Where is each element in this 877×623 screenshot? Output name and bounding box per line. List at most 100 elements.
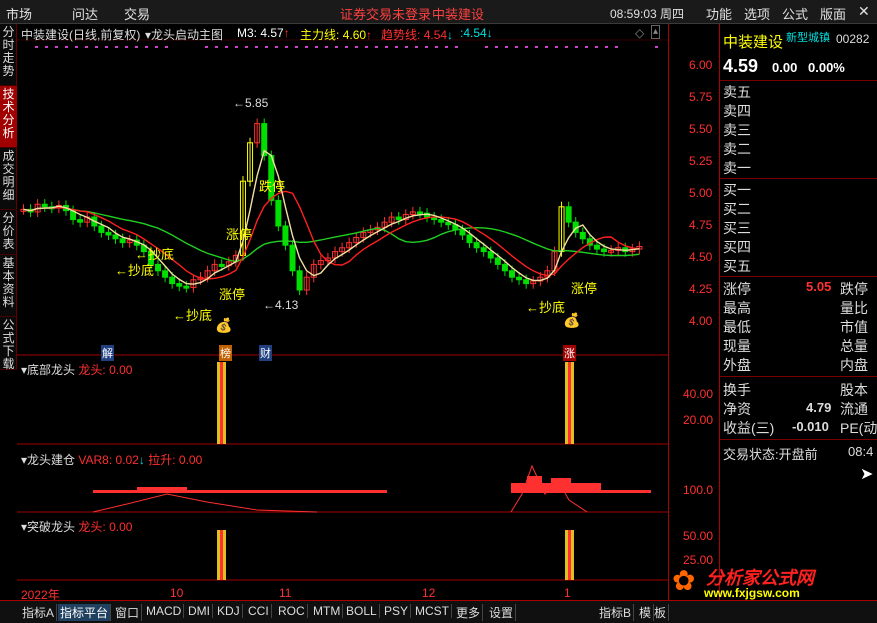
trend-line-readout: 趋势线: 4.54↓: [381, 28, 454, 42]
candle-body: [296, 270, 303, 291]
diamond-icon[interactable]: ◇: [635, 26, 644, 40]
y-tick: 4.25: [689, 282, 713, 296]
signal-dot: [325, 46, 328, 48]
signal-dot: [225, 46, 228, 48]
event-tag-unlock[interactable]: 解: [101, 345, 114, 361]
bid-level-5: 买五: [723, 258, 751, 274]
bid-level-4: 买四: [723, 239, 751, 255]
signal-dot: [425, 46, 428, 48]
flower-logo-icon: ✿: [672, 565, 696, 596]
candle-body: [494, 257, 501, 265]
menu-trade[interactable]: 交易: [124, 4, 150, 23]
tab-cci[interactable]: CCI: [246, 604, 272, 618]
signal-dot: [305, 46, 308, 48]
stock-code: 00282: [836, 32, 870, 46]
ask-level-4: 卖四: [723, 103, 751, 119]
candle-body: [169, 276, 176, 285]
tab-price-table[interactable]: 分价表: [0, 210, 17, 255]
signal-dot: [365, 46, 368, 48]
event-tag-ranking[interactable]: 榜: [219, 345, 232, 361]
candle-body: [508, 270, 515, 278]
arrow-down-icon: ↓: [486, 26, 493, 40]
ask-level-2: 卖二: [723, 141, 751, 157]
chart-area[interactable]: 中装建设(日线,前复权) ▾龙头启动主图 M3: 4.57↑ 主力线: 4.60…: [17, 24, 719, 602]
event-tag-finance[interactable]: 财: [259, 345, 272, 361]
tab-psy[interactable]: PSY: [382, 604, 412, 618]
menu-func[interactable]: 功能: [706, 4, 732, 23]
signal-dot: [655, 46, 658, 48]
tab-indicator-platform[interactable]: 指标平台: [58, 604, 112, 621]
high-label: 最高: [723, 300, 751, 316]
signal-dot: [145, 46, 148, 48]
tab-technical[interactable]: 技术分析: [0, 86, 17, 148]
tab-roc[interactable]: ROC: [276, 604, 308, 618]
sector-name[interactable]: 新型城镇: [786, 29, 830, 45]
signal-dot: [155, 46, 158, 48]
indicator-name: ▾龙头启动主图: [145, 28, 224, 42]
tab-mcst[interactable]: MCST: [413, 604, 452, 618]
tab-indicator-b[interactable]: 指标B: [597, 604, 635, 621]
money-bag-icon[interactable]: 💰: [563, 312, 580, 329]
signal-dot: [575, 46, 578, 48]
signal-dot: [115, 46, 118, 48]
accumulation-bar: [137, 487, 187, 490]
tab-window[interactable]: 窗口: [113, 604, 143, 621]
extra-readout: :4.54↓: [460, 26, 493, 40]
signal-dot: [55, 46, 58, 48]
candle-body: [162, 270, 169, 278]
y-tick: 5.00: [689, 186, 713, 200]
menu-formula[interactable]: 公式: [782, 4, 808, 23]
tab-fundamentals[interactable]: 基本资料: [0, 255, 17, 317]
signal-dot: [125, 46, 128, 48]
signal-bar-core: [568, 362, 571, 444]
menu-layout[interactable]: 版面: [820, 4, 846, 23]
x-axis-label-nov: 11: [279, 586, 292, 600]
tab-mtm[interactable]: MTM: [311, 604, 344, 618]
accumulation-bar: [601, 490, 651, 493]
annotation-bottom-2: ←抄底: [115, 263, 155, 278]
main-chart-title: 中装建设(日线,前复权): [21, 28, 141, 42]
eps-value: -0.010: [792, 419, 829, 434]
menu-market[interactable]: 市场: [6, 4, 32, 23]
tab-intraday[interactable]: 分时走势: [0, 24, 17, 86]
tab-indicator-a[interactable]: 指标A: [20, 604, 58, 621]
chevron-up-icon[interactable]: ▴: [651, 25, 661, 39]
inner-volume-label: 内盘: [840, 357, 868, 373]
tab-trades[interactable]: 成交明细: [0, 148, 17, 210]
menu-options[interactable]: 选项: [744, 4, 770, 23]
money-bag-icon[interactable]: 💰: [215, 317, 232, 334]
event-tag-rise[interactable]: 涨: [563, 345, 576, 361]
tab-boll[interactable]: BOLL: [344, 604, 380, 618]
candle-body: [183, 285, 190, 289]
tab-formula-download[interactable]: 公式下载: [0, 317, 17, 371]
tab-kdj[interactable]: KDJ: [215, 604, 243, 618]
login-notice: 证券交易未登录: [340, 7, 432, 22]
tab-dmi[interactable]: DMI: [186, 604, 213, 618]
tab-board[interactable]: 板: [652, 604, 670, 621]
tab-settings[interactable]: 设置: [487, 604, 517, 621]
candle-body: [480, 247, 487, 253]
annotation-bottom-3: ←抄底: [173, 308, 213, 323]
menu-wenda[interactable]: 问达: [72, 4, 98, 23]
y-tick: 5.75: [689, 90, 713, 104]
trade-status: 交易状态:开盘前: [723, 447, 818, 462]
signal-dot: [275, 46, 278, 48]
signal-dot: [565, 46, 568, 48]
signal-dot: [535, 46, 538, 48]
signal-dot: [495, 46, 498, 48]
ask-level-5: 卖五: [723, 84, 751, 100]
close-icon[interactable]: ✕: [858, 3, 870, 20]
signal-dot: [605, 46, 608, 48]
panel2-title: ▾龙头建仓 VAR8: 0.02↓ 拉升: 0.00: [21, 453, 203, 467]
signal-dot: [315, 46, 318, 48]
tab-more[interactable]: 更多: [454, 604, 484, 621]
bid-level-3: 买三: [723, 220, 751, 236]
side-tabs: 分时走势 技术分析 成交明细 分价表 基本资料 公式下载: [0, 24, 17, 371]
x-axis-label-dec: 12: [422, 586, 436, 600]
signal-dot: [595, 46, 598, 48]
y-tick: 20.00: [683, 413, 714, 427]
bid-level-2: 买二: [723, 201, 751, 217]
total-volume-label: 总量: [840, 338, 868, 354]
stock-name: 中装建设: [723, 34, 784, 51]
tab-macd[interactable]: MACD: [144, 604, 185, 618]
